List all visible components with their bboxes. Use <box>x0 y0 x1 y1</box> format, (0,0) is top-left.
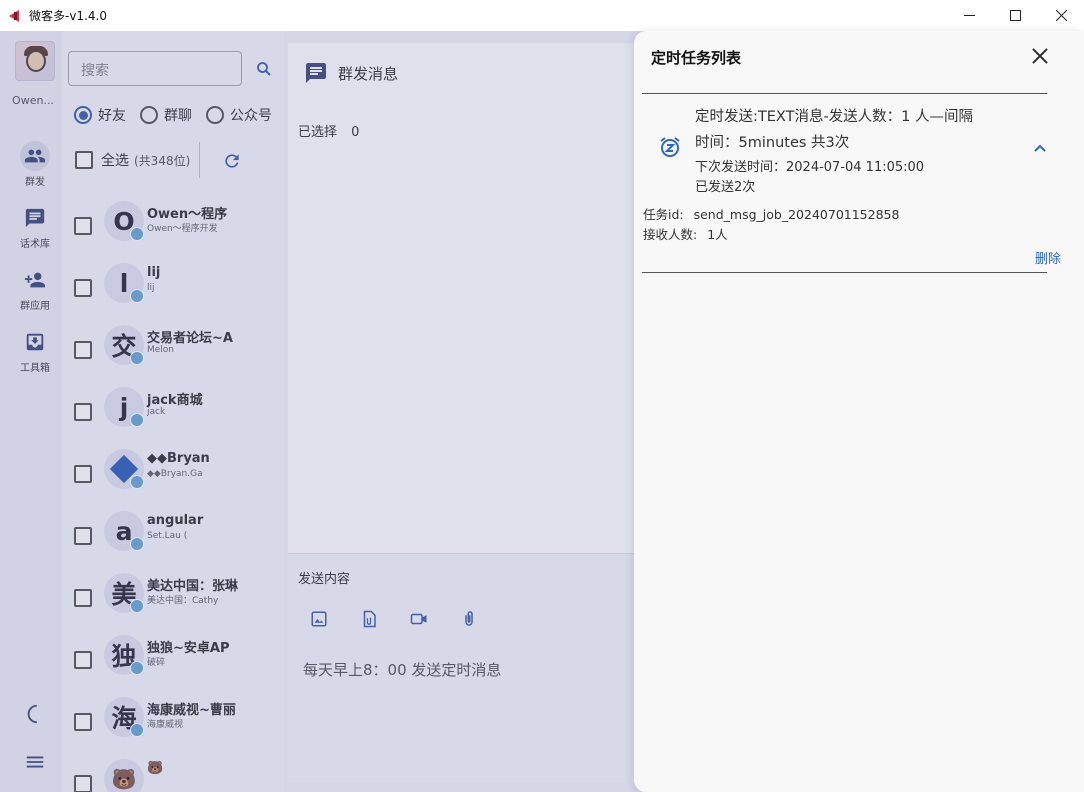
close-icon <box>1032 48 1048 64</box>
drawer-close-button[interactable] <box>1027 43 1053 69</box>
task-id: 任务id: send_msg_job_20240701152858 <box>643 204 899 223</box>
task-collapse-button[interactable] <box>1029 137 1051 159</box>
divider <box>642 93 1047 94</box>
minimize-button[interactable] <box>946 0 992 31</box>
task-summary-line2: 时间：5minutes 共3次 <box>695 135 850 151</box>
maximize-button[interactable] <box>992 0 1038 31</box>
task-receivers: 接收人数: 1人 <box>643 224 728 243</box>
close-window-button[interactable] <box>1038 0 1084 31</box>
task-receivers-value: 1人 <box>707 227 728 242</box>
drawer-title: 定时任务列表 <box>651 49 742 67</box>
task-next-send: 下次发送时间：2024-07-04 11:05:00 <box>695 160 925 175</box>
task-id-value: send_msg_job_20240701152858 <box>693 207 900 222</box>
task-receivers-label: 接收人数: <box>643 227 698 242</box>
task-sent-count: 已发送2次 <box>695 180 756 195</box>
window-title: 微客多-v1.4.0 <box>29 9 107 23</box>
window-controls <box>946 0 1084 31</box>
maximize-icon <box>1009 10 1021 21</box>
alarm-snooze-icon <box>660 137 680 157</box>
title-bar: 微客多-v1.4.0 <box>0 0 1084 31</box>
app-logo-icon <box>9 9 23 23</box>
close-icon <box>1055 10 1067 21</box>
task-id-label: 任务id: <box>643 207 684 222</box>
task-delete-button[interactable]: 删除 <box>1035 248 1061 267</box>
divider <box>642 272 1047 273</box>
chevron-up-icon <box>1034 144 1046 152</box>
minimize-icon <box>963 15 975 16</box>
scheduled-tasks-drawer: 定时任务列表 定时发送:TEXT消息-发送人数：1 人—间隔 时间：5minut… <box>634 31 1084 792</box>
task-summary-line1: 定时发送:TEXT消息-发送人数：1 人—间隔 <box>695 109 974 125</box>
